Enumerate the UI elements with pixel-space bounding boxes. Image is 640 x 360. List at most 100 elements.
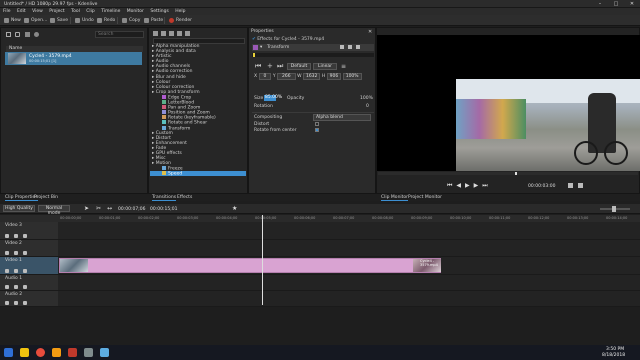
minimize-button[interactable]: –: [592, 0, 608, 8]
lock-icon[interactable]: [5, 269, 9, 273]
opacity-value[interactable]: 100%: [360, 96, 373, 101]
effect-collapse-icon[interactable]: ▾: [260, 45, 262, 50]
effect-header[interactable]: ▾ Transform: [252, 44, 374, 51]
menu-clip[interactable]: Clip: [86, 8, 95, 15]
preview-quality-select[interactable]: High Quality: [3, 205, 35, 212]
keyframe-mode-select[interactable]: Default: [287, 63, 311, 70]
y-field[interactable]: 266: [277, 73, 296, 80]
track-lane[interactable]: [58, 240, 640, 257]
menu-file[interactable]: File: [3, 8, 11, 15]
menu-view[interactable]: View: [32, 8, 43, 15]
menu-tool[interactable]: Tool: [71, 8, 80, 15]
track-lane[interactable]: [58, 291, 640, 307]
next-keyframe-icon[interactable]: ⏭: [277, 62, 283, 71]
lock-icon[interactable]: [5, 251, 9, 255]
effects-custom-icon[interactable]: [177, 31, 182, 36]
razor-tool-icon[interactable]: ✂: [96, 205, 101, 212]
effect-menu-icon[interactable]: [348, 45, 352, 49]
mute-icon[interactable]: [14, 285, 18, 289]
effect-delete-icon[interactable]: [356, 45, 360, 49]
explorer-icon[interactable]: [20, 348, 29, 357]
mute-icon[interactable]: [14, 234, 18, 238]
edit-mode-select[interactable]: Normal mode: [38, 205, 70, 216]
monitor-ruler[interactable]: [378, 172, 638, 175]
w-field[interactable]: 1632: [302, 73, 321, 80]
monitor-transport[interactable]: ⏮◀▶▶⏭: [447, 182, 492, 190]
close-button[interactable]: ✕: [624, 0, 640, 8]
kdenlive-taskbar-icon[interactable]: [100, 348, 109, 357]
bin-search-input[interactable]: Search: [95, 31, 144, 38]
target-icon[interactable]: [23, 234, 27, 238]
effects-favorite-icon[interactable]: [185, 31, 190, 36]
track-header[interactable]: Audio 2: [0, 291, 58, 307]
undo-button[interactable]: Undo: [73, 17, 94, 24]
zoom-slider-handle[interactable]: [612, 206, 616, 212]
add-keyframe-icon[interactable]: +: [267, 62, 273, 70]
redo-button[interactable]: Redo: [95, 17, 115, 24]
maximize-button[interactable]: □: [608, 0, 624, 8]
menu-edit[interactable]: Edit: [17, 8, 26, 15]
spacer-tool-icon[interactable]: ↔: [107, 205, 112, 212]
tab-project-bin[interactable]: Project Bin: [34, 195, 58, 200]
keyframe-marker[interactable]: [253, 53, 255, 57]
mute-icon[interactable]: [14, 301, 18, 305]
menu-settings[interactable]: Settings: [150, 8, 168, 15]
monitor-playhead[interactable]: [515, 172, 517, 175]
track-header[interactable]: Video 1: [0, 257, 58, 275]
track-header[interactable]: Video 2: [0, 240, 58, 257]
distort-checkbox[interactable]: [315, 122, 319, 126]
effect-visibility-icon[interactable]: [340, 45, 344, 49]
timeline-ruler[interactable]: 00:00:00;00 00:00:01;00 00:00:02;00 00:00:0…: [58, 215, 640, 222]
size-percent-field[interactable]: 100%: [342, 73, 362, 80]
keyframe-settings-icon[interactable]: ≡: [341, 63, 346, 70]
track-header[interactable]: Video 3: [0, 222, 58, 240]
properties-close-icon[interactable]: ✕: [368, 29, 372, 35]
monitor-zoom-icon[interactable]: [568, 183, 573, 188]
h-field[interactable]: 906: [326, 73, 342, 80]
menu-project[interactable]: Project: [49, 8, 64, 15]
timeline-clip[interactable]: Cycle4 - 3579.mp4: [59, 258, 441, 273]
size-field[interactable]: 85.00%: [264, 95, 282, 101]
prev-keyframe-icon[interactable]: ⏮: [255, 62, 261, 71]
track-lane[interactable]: [58, 275, 640, 291]
tab-clip-monitor[interactable]: Clip Monitor: [381, 195, 409, 201]
effects-filter-icon[interactable]: [153, 31, 158, 36]
paste-button[interactable]: Paste: [142, 17, 163, 24]
track-header[interactable]: Audio 1: [0, 275, 58, 291]
select-tool-icon[interactable]: ➤: [84, 205, 89, 212]
view-mode-icon[interactable]: [25, 32, 30, 37]
tab-project-monitor[interactable]: Project Monitor: [408, 195, 442, 200]
interpolation-select[interactable]: Linear: [313, 63, 337, 70]
target-icon[interactable]: [23, 301, 27, 305]
menu-timeline[interactable]: Timeline: [101, 8, 120, 15]
effect-item[interactable]: Speed: [150, 171, 246, 177]
target-icon[interactable]: [23, 285, 27, 289]
save-button[interactable]: Save: [48, 17, 68, 24]
effects-video-icon[interactable]: [161, 31, 166, 36]
favorite-star-icon[interactable]: ★: [232, 205, 237, 212]
keyframe-bar[interactable]: [252, 53, 374, 57]
lock-icon[interactable]: [5, 285, 9, 289]
folder-icon[interactable]: [15, 32, 20, 37]
add-clip-icon[interactable]: [6, 32, 11, 37]
new-button[interactable]: New: [2, 17, 21, 24]
rotate-center-checkbox[interactable]: [315, 128, 319, 132]
monitor-timecode[interactable]: 00:00:03:00: [528, 184, 555, 189]
bin-clip-item[interactable]: Cycle4 - 3579.mp4 00:00:15;01 [1]: [5, 52, 142, 65]
effects-audio-icon[interactable]: [169, 31, 174, 36]
copy-button[interactable]: Copy: [120, 17, 140, 24]
open-button[interactable]: Open...: [22, 17, 47, 24]
rotation-value[interactable]: 0: [366, 104, 369, 109]
mute-icon[interactable]: [14, 269, 18, 273]
menu-help[interactable]: Help: [175, 8, 185, 15]
compositing-select[interactable]: Alpha blend: [313, 114, 371, 121]
tab-transitions[interactable]: Transitions: [152, 195, 177, 201]
track-lane[interactable]: [58, 222, 640, 240]
x-field[interactable]: 0: [258, 73, 272, 80]
render-button[interactable]: Render: [167, 17, 192, 24]
tab-clip-properties[interactable]: Clip Properties: [5, 195, 38, 201]
start-icon[interactable]: [4, 348, 13, 357]
app-icon[interactable]: [52, 348, 61, 357]
target-icon[interactable]: [23, 251, 27, 255]
chrome-icon[interactable]: [36, 348, 45, 357]
